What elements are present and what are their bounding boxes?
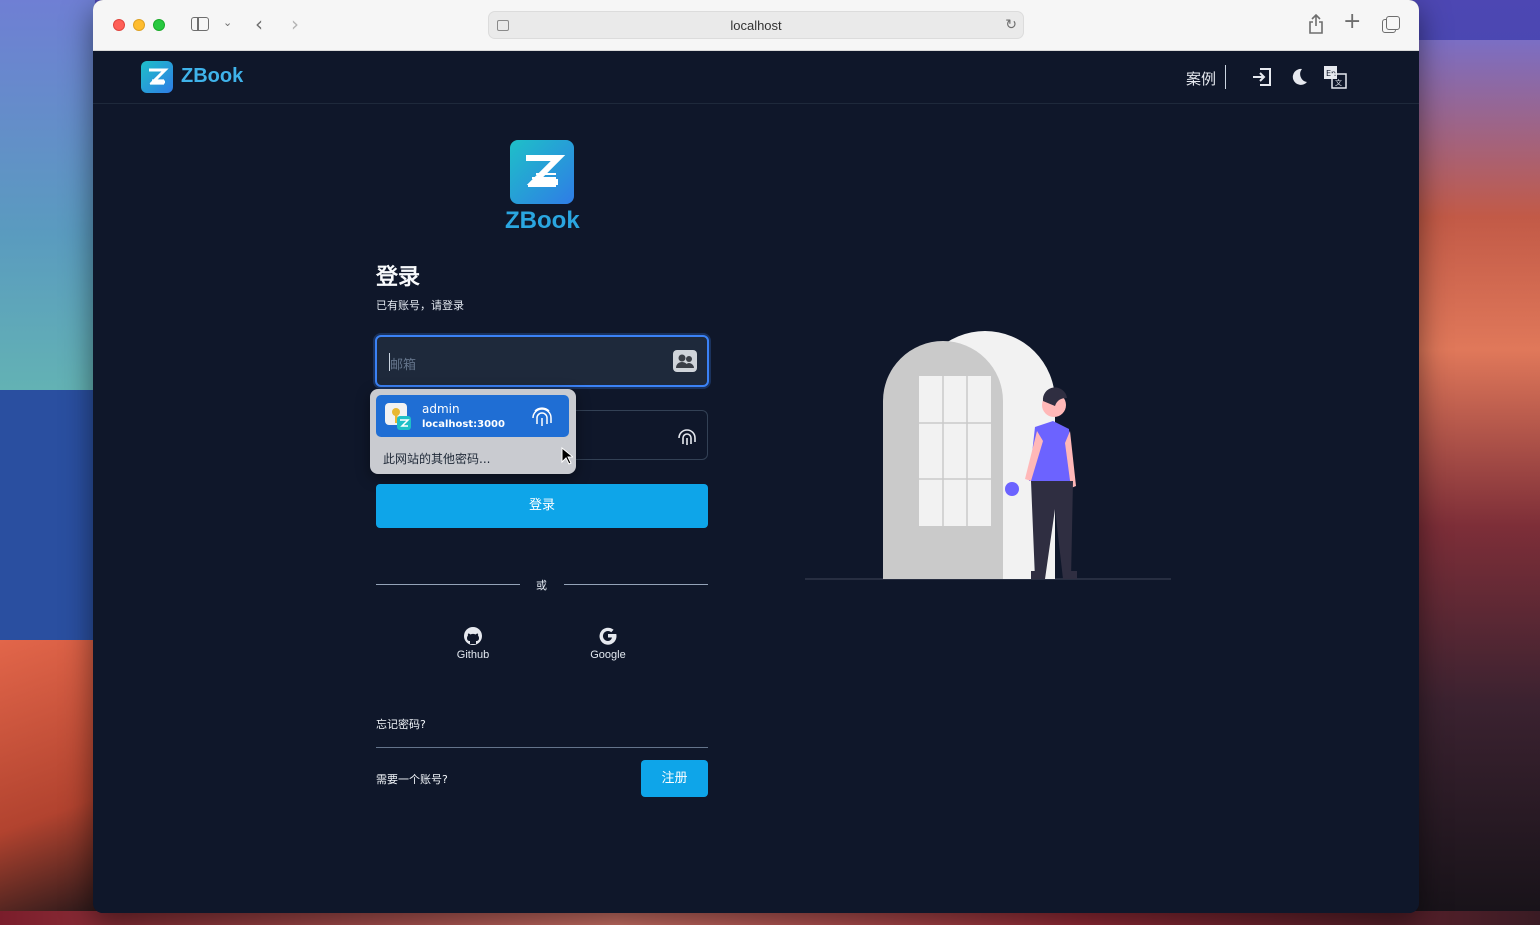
web-page: ZBook 案例 En 文 ZBook 登录 已有账号，请登录 邮箱 admin…	[93, 51, 1419, 913]
google-icon	[597, 625, 619, 647]
autofill-host: localhost:3000	[422, 419, 505, 430]
login-icon[interactable]	[1251, 66, 1273, 88]
door-illustration	[805, 321, 1171, 583]
moon-icon[interactable]	[1288, 66, 1310, 88]
reload-icon[interactable]: ↻	[1005, 17, 1017, 33]
fingerprint-icon	[529, 404, 555, 430]
translate-icon[interactable]: En 文	[1323, 65, 1347, 89]
address-text: localhost	[730, 18, 782, 33]
divider-left	[376, 584, 520, 585]
or-separator: 或	[536, 579, 547, 592]
autofill-username: admin	[422, 402, 460, 416]
github-label: Github	[456, 649, 490, 661]
hero-brand-name: ZBook	[505, 207, 580, 234]
close-window-button[interactable]	[113, 19, 125, 31]
autofill-suggestion[interactable]: admin localhost:3000	[376, 395, 569, 437]
password-autofill-popup: admin localhost:3000 此网站的其他密码...	[370, 389, 576, 474]
forgot-password-link[interactable]: 忘记密码?	[376, 716, 426, 732]
share-icon[interactable]	[1308, 13, 1324, 38]
hero-logo	[510, 140, 574, 204]
wallpaper-bottom	[0, 911, 1540, 925]
divider-right	[564, 584, 708, 585]
key-icon	[385, 403, 411, 431]
forward-arrow-icon[interactable]: ›	[291, 14, 299, 34]
wallpaper-right-mountain	[1415, 40, 1540, 925]
github-login-button[interactable]: Github	[448, 625, 498, 671]
wallpaper-left-sea	[0, 390, 95, 650]
minimize-window-button[interactable]	[133, 19, 145, 31]
nav-divider	[1225, 65, 1226, 89]
chevron-down-icon[interactable]: ⌄	[223, 17, 232, 28]
google-label: Google	[590, 649, 626, 661]
email-placeholder: 邮箱	[390, 358, 417, 373]
address-bar[interactable]: localhost ↻	[488, 11, 1024, 39]
new-tab-icon[interactable]: +	[1343, 11, 1361, 33]
brand-name[interactable]: ZBook	[181, 65, 243, 88]
nav-link-cases[interactable]: 案例	[1186, 68, 1216, 89]
login-subtitle: 已有账号，请登录	[376, 299, 464, 312]
login-title: 登录	[376, 265, 421, 290]
maximize-window-button[interactable]	[153, 19, 165, 31]
tab-overview-icon[interactable]	[1382, 16, 1400, 33]
back-arrow-icon[interactable]: ‹	[255, 14, 263, 34]
email-field[interactable]: 邮箱	[375, 335, 709, 387]
browser-window: ⌄ ‹ › localhost ↻ + ZBook 案例 En 文 ZBook …	[93, 0, 1419, 913]
autofill-other-passwords[interactable]: 此网站的其他密码...	[383, 450, 490, 467]
wallpaper-left-cliff	[0, 0, 95, 390]
need-account-text: 需要一个账号?	[376, 773, 448, 786]
brand-logo[interactable]	[141, 61, 173, 93]
register-button[interactable]: 注册	[641, 760, 708, 797]
mouse-cursor-icon	[561, 446, 575, 465]
site-navbar: ZBook 案例 En 文	[93, 51, 1419, 104]
wallpaper-left-rock	[0, 640, 100, 925]
login-submit-button[interactable]: 登录	[376, 484, 708, 528]
fingerprint-icon[interactable]	[675, 425, 699, 447]
sidebar-toggle-icon[interactable]	[191, 17, 209, 31]
google-login-button[interactable]: Google	[581, 625, 635, 671]
github-icon	[462, 625, 484, 647]
browser-toolbar: ⌄ ‹ › localhost ↻ +	[93, 0, 1419, 51]
footer-divider	[376, 747, 708, 748]
contact-card-icon[interactable]	[673, 350, 697, 372]
svg-text:文: 文	[1335, 78, 1342, 87]
